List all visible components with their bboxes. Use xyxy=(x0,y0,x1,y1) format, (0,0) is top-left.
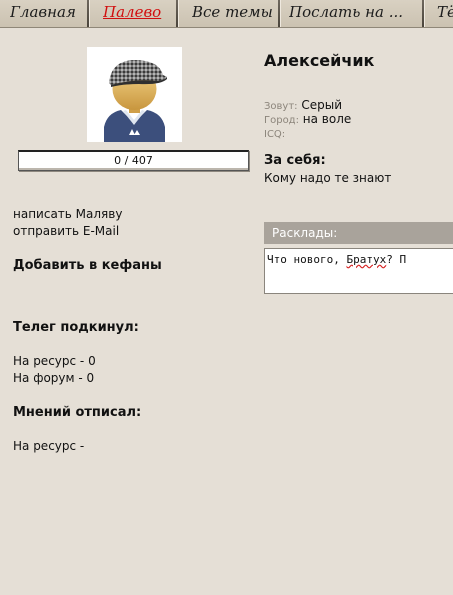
send-message-link[interactable]: написать Маляву xyxy=(13,207,122,221)
top-nav: Главная Палево Все темы Послать на ... Т… xyxy=(0,0,453,28)
tab-send-to[interactable]: Послать на ... xyxy=(289,0,414,27)
name-label: Зовут: xyxy=(264,101,298,112)
tab-home[interactable]: Главная xyxy=(10,0,85,27)
username: Алексейчик xyxy=(264,51,375,70)
send-email-link[interactable]: отправить E-Mail xyxy=(13,224,119,238)
tab-truncated[interactable]: Тё xyxy=(437,0,453,27)
message-textarea[interactable]: Что нового, Братух? П xyxy=(264,248,453,294)
forum-posts-count: На форум - 0 xyxy=(13,371,95,385)
posts-header: Телег подкинул: xyxy=(13,320,139,335)
resource-posts-count: На ресурс - 0 xyxy=(13,354,96,368)
rating-text: 0 / 407 xyxy=(114,154,153,167)
rasklady-header: Расклады: xyxy=(264,222,453,244)
city-label: Город: xyxy=(264,115,299,126)
tab-divider xyxy=(422,0,424,27)
city-row: Город: на воле xyxy=(264,112,351,126)
tab-divider xyxy=(176,0,178,27)
tab-palevo[interactable]: Палево xyxy=(103,0,173,27)
message-text: Что нового, xyxy=(267,253,347,266)
icq-row: ICQ: xyxy=(264,126,285,140)
resource-comments-count: На ресурс - xyxy=(13,439,85,453)
name-value: Серый xyxy=(301,98,343,112)
tab-all-topics[interactable]: Все темы xyxy=(192,0,272,27)
avatar-image xyxy=(87,47,182,142)
city-value: на воле xyxy=(302,112,352,126)
about-text: Кому надо те знают xyxy=(264,171,392,185)
tab-divider xyxy=(87,0,89,27)
avatar xyxy=(87,47,182,142)
name-row: Зовут: Серый xyxy=(264,98,342,112)
icq-label: ICQ: xyxy=(264,129,286,140)
rating-bar: 0 / 407 xyxy=(18,150,249,171)
add-friend-link[interactable]: Добавить в кефаны xyxy=(13,258,162,273)
misspelled-word: Братух xyxy=(346,253,387,266)
tab-divider xyxy=(278,0,280,27)
about-header: За себя: xyxy=(264,153,326,168)
message-text-tail: ? П xyxy=(386,253,407,266)
comments-header: Мнений отписал: xyxy=(13,405,142,420)
